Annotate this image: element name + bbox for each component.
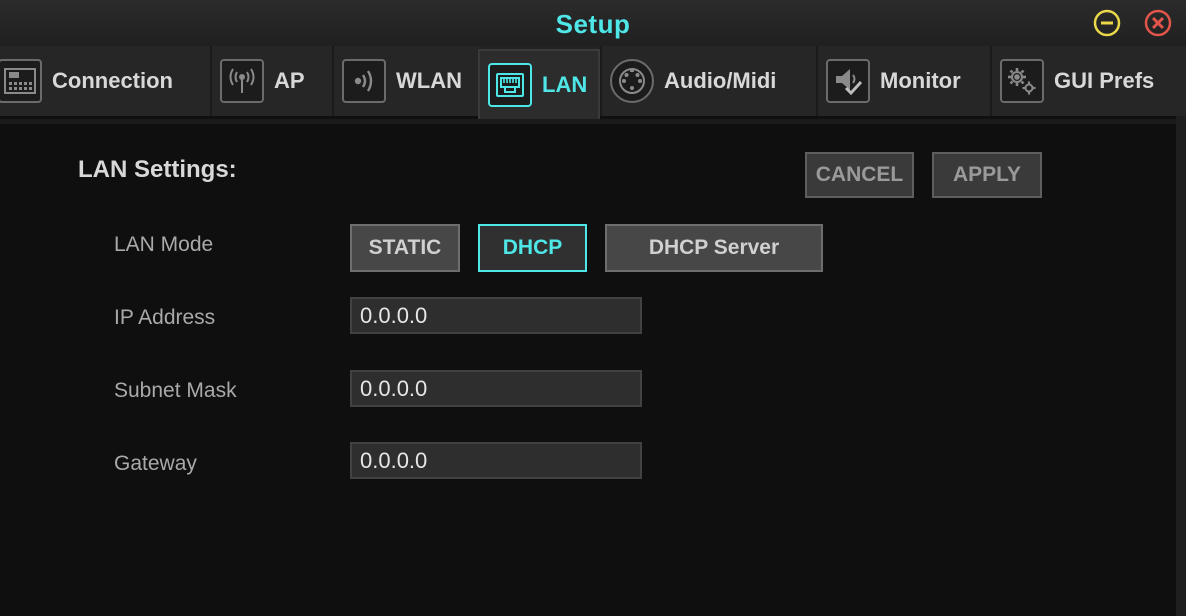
subnet-mask-input[interactable] — [350, 370, 642, 407]
tab-label: Connection — [52, 68, 173, 93]
tab-label: Audio/Midi — [664, 68, 777, 93]
tab-label: LAN — [542, 72, 588, 97]
gateway-label: Gateway — [114, 452, 197, 475]
dhcp-mode-button[interactable]: DHCP — [478, 224, 587, 272]
ip-address-label: IP Address — [114, 306, 216, 329]
gateway-input[interactable] — [350, 442, 642, 479]
tab-label: AP — [274, 68, 305, 93]
title-bar: Setup — [0, 0, 1186, 46]
cancel-button[interactable]: CANCEL — [805, 152, 914, 198]
antenna-icon — [220, 59, 264, 103]
lan-mode-label: LAN Mode — [114, 233, 214, 256]
minimize-icon[interactable] — [1093, 9, 1121, 37]
dhcp-server-mode-button[interactable]: DHCP Server — [605, 224, 823, 272]
scrollbar-track[interactable] — [1176, 116, 1186, 616]
tab-label: WLAN — [396, 68, 462, 93]
tab-monitor[interactable]: Monitor — [816, 46, 990, 116]
tab-lan[interactable]: LAN — [478, 49, 600, 119]
ip-address-input[interactable] — [350, 297, 642, 334]
tab-label: GUI Prefs — [1054, 68, 1155, 93]
tab-ap[interactable]: AP — [210, 46, 332, 116]
window-title: Setup — [555, 9, 631, 39]
gears-icon — [1000, 59, 1044, 103]
tab-gui-prefs[interactable]: GUI Prefs — [990, 46, 1186, 116]
tab-label: Monitor — [880, 68, 961, 93]
tab-bar: Connection AP WLAN LAN Audio/Midi Monito… — [0, 46, 1186, 119]
wireless-icon — [342, 59, 386, 103]
lan-settings-heading: LAN Settings: — [78, 156, 237, 183]
static-mode-button[interactable]: STATIC — [350, 224, 460, 272]
speaker-check-icon — [826, 59, 870, 103]
tab-audio-midi[interactable]: Audio/Midi — [600, 46, 816, 116]
apply-button[interactable]: APPLY — [932, 152, 1042, 198]
close-icon[interactable] — [1144, 9, 1172, 37]
ethernet-icon — [488, 63, 532, 107]
tab-connection[interactable]: Connection — [0, 46, 210, 116]
subnet-mask-label: Subnet Mask — [114, 379, 237, 402]
midi-icon — [610, 59, 654, 103]
tab-wlan[interactable]: WLAN — [332, 46, 478, 116]
mixer-icon — [0, 59, 42, 103]
